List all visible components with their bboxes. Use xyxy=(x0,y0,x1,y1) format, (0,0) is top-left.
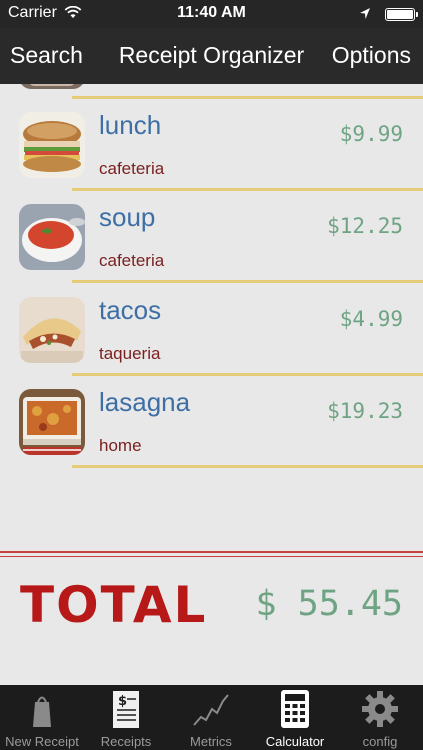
bag-icon xyxy=(33,696,51,727)
svg-text:$: $ xyxy=(118,694,127,709)
total-amount: $ 55.45 xyxy=(255,584,403,624)
receipt-amount: $4.99 xyxy=(339,307,403,331)
tab-label: Receipts xyxy=(100,734,152,749)
status-bar: Carrier 11:40 AM xyxy=(0,0,423,28)
receipt-icon: $ xyxy=(113,691,139,728)
receipt-name: lasagna xyxy=(99,387,191,417)
tab-bar: New Receipt $ Receipts Metrics Calculato… xyxy=(0,685,423,750)
gear-icon xyxy=(362,691,398,727)
receipt-amount: $9.99 xyxy=(339,122,403,146)
navigation-bar: Search Receipt Organizer Options xyxy=(0,28,423,84)
sandwich-image xyxy=(19,112,85,178)
receipt-place: home xyxy=(99,436,142,455)
receipt-amount: $19.23 xyxy=(327,399,403,423)
tab-metrics[interactable]: Metrics xyxy=(169,685,253,750)
tab-label: Metrics xyxy=(190,734,232,749)
row-divider xyxy=(72,465,423,468)
total-rule xyxy=(0,551,423,553)
tacos-image xyxy=(19,297,85,363)
tab-label: Calculator xyxy=(265,734,325,749)
location-arrow-icon xyxy=(360,8,370,19)
soup-image xyxy=(19,204,85,270)
total-label: TOTAL xyxy=(20,576,208,634)
lasagna-image xyxy=(19,389,85,455)
battery-icon xyxy=(385,8,418,21)
tab-new-receipt[interactable]: New Receipt xyxy=(0,685,84,750)
tab-calculator[interactable]: Calculator xyxy=(253,685,337,750)
receipt-name: lunch xyxy=(99,110,162,140)
receipt-row[interactable]: soup cafeteria $12.25 xyxy=(0,176,423,283)
tab-label: config xyxy=(362,734,398,749)
receipt-place: cafeteria xyxy=(99,251,165,270)
options-button[interactable]: Options xyxy=(332,42,411,69)
receipt-row[interactable]: tacos taqueria $4.99 xyxy=(0,269,423,376)
receipt-row[interactable]: lunch cafeteria $9.99 xyxy=(0,84,423,191)
total-rule xyxy=(0,556,423,557)
chart-icon xyxy=(193,694,229,726)
tab-receipts[interactable]: $ Receipts xyxy=(84,685,168,750)
receipt-amount: $12.25 xyxy=(327,214,403,238)
receipt-name: soup xyxy=(99,202,156,232)
receipt-list[interactable]: lunch cafeteria $9.99 soup cafeteria $12… xyxy=(0,84,423,685)
calculator-icon xyxy=(281,690,309,728)
tab-label: New Receipt xyxy=(5,734,79,749)
receipt-row[interactable]: lasagna home $19.23 xyxy=(0,361,423,468)
receipt-name: tacos xyxy=(99,295,162,325)
tab-config[interactable]: config xyxy=(338,685,422,750)
